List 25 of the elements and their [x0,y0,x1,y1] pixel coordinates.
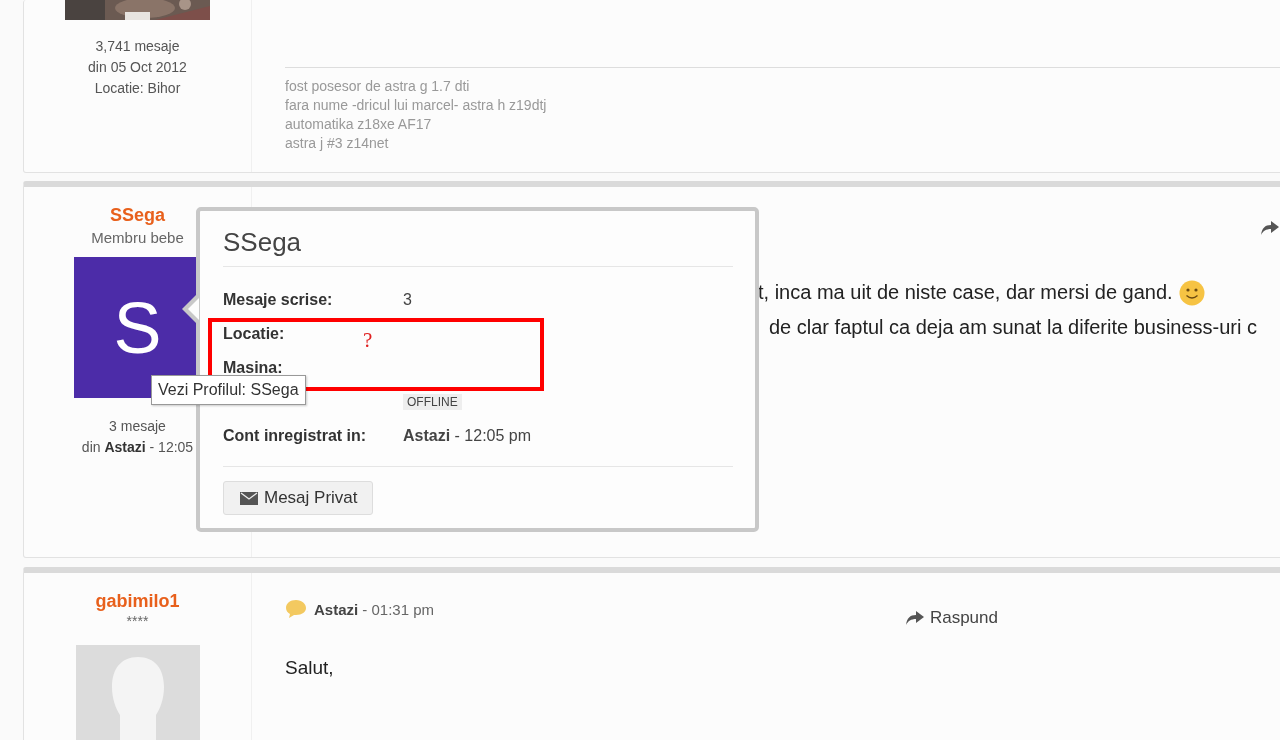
signature-line: automatika z18xe AF17 [285,115,433,134]
member-stat: Locatie: Bihor [93,79,182,98]
field-value: Astazi - 12:05 pm [403,427,532,445]
status-badge: OFFLINE [403,394,462,410]
member-stat: din Astazi - 12:05 [81,438,194,457]
post-text: Salut, [285,657,335,679]
field-value: 3 [403,291,412,309]
member-rank: **** [126,613,149,629]
member-stat: din 05 Oct 2012 [88,58,187,77]
post-date: Astazi - 01:31 pm [314,600,435,618]
post-text: t, inca ma uit de niste case, dar mersi de gand. [758,280,1173,305]
annotation-mark: ? [363,328,373,353]
signature-line: fara nume -dricul lui marcel- astra h z19dtj [285,96,548,115]
signature-line: fost posesor de astra g 1.7 dti [285,77,471,96]
field-label: Mesaje scrise: [223,291,333,308]
member-stat: 3,741 mesaje [94,37,181,56]
signature-line: astra j #3 z14net [285,134,390,153]
member-rank: Membru bebe [91,229,184,246]
field-label: Cont inregistrat in: [223,427,367,444]
popover-title: SSega [223,227,733,267]
tooltip: Vezi Profilul: SSega [151,375,306,405]
member-stat: 3 mesaje [108,417,167,436]
post-text: de clar faptul ca deja am sunat la diferite business-uri c [769,315,1258,340]
field-label: Locatie: [223,325,285,342]
field-label: Masina: [223,359,283,376]
